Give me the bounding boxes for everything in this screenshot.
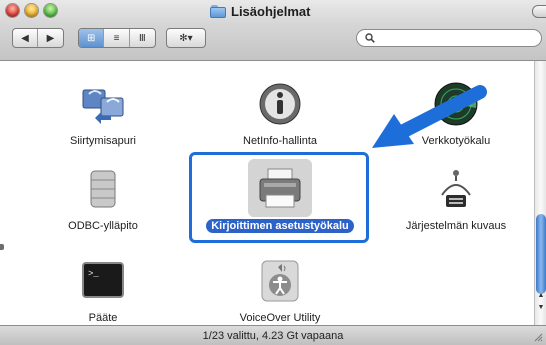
app-item-netinfo[interactable]: NetInfo-hallinta xyxy=(205,80,355,149)
terminal-icon: >_ xyxy=(79,257,127,305)
status-text: 1/23 valittu, 4.23 Gt vapaana xyxy=(202,329,344,342)
app-item-migration[interactable]: Siirtymisapuri xyxy=(28,80,178,149)
vertical-scrollbar[interactable]: ▲ ▼ xyxy=(534,61,546,325)
window-title: Lisäohjelmat xyxy=(210,3,310,19)
app-label: NetInfo-hallinta xyxy=(243,135,317,147)
back-button[interactable]: ◀ xyxy=(13,29,39,47)
app-label: Järjestelmän kuvaus xyxy=(405,220,507,232)
system-profiler-icon xyxy=(432,165,480,213)
search-input[interactable] xyxy=(379,31,533,45)
scroll-down-arrow-icon[interactable]: ▼ xyxy=(536,302,546,313)
migration-assistant-icon xyxy=(79,80,127,128)
app-label: VoiceOver Utility xyxy=(239,312,321,324)
annotation-highlight-box xyxy=(189,152,369,243)
app-label: Siirtymisapuri xyxy=(69,135,136,147)
odbc-administrator-icon xyxy=(79,165,127,213)
app-item-voiceover[interactable]: VoiceOver Utility xyxy=(205,257,355,326)
icon-view-button[interactable]: ⊞ xyxy=(79,29,105,47)
search-icon xyxy=(365,33,375,43)
back-forward-control: ◀ ▶ xyxy=(12,28,64,48)
finder-window: Lisäohjelmat ◀ ▶ ⊞ ≡ Ⅲ ✻▾ Siirtymisapuri… xyxy=(0,0,546,345)
sidebar-drag-handle[interactable] xyxy=(0,244,4,250)
annotation-arrow-icon xyxy=(372,85,487,148)
app-item-odbc[interactable]: ODBC-ylläpito xyxy=(28,165,178,234)
close-window-button[interactable] xyxy=(6,4,19,17)
app-label: Pääte xyxy=(88,312,118,324)
forward-button[interactable]: ▶ xyxy=(38,29,63,47)
app-label: ODBC-ylläpito xyxy=(68,220,138,232)
netinfo-manager-icon xyxy=(256,80,304,128)
svg-text:>_: >_ xyxy=(88,269,99,279)
window-title-text: Lisäohjelmat xyxy=(231,3,311,19)
voiceover-utility-icon xyxy=(256,257,304,305)
action-menu-control: ✻▾ xyxy=(166,28,206,48)
zoom-window-button[interactable] xyxy=(44,4,57,17)
toolbar-toggle-button[interactable] xyxy=(532,5,546,18)
action-gear-button[interactable]: ✻▾ xyxy=(167,29,205,47)
scroll-up-arrow-icon[interactable]: ▲ xyxy=(536,290,546,301)
view-mode-control: ⊞ ≡ Ⅲ xyxy=(78,28,156,48)
window-toolbar: Lisäohjelmat ◀ ▶ ⊞ ≡ Ⅲ ✻▾ xyxy=(0,0,546,61)
folder-icon xyxy=(210,4,226,18)
status-bar: 1/23 valittu, 4.23 Gt vapaana xyxy=(0,325,546,345)
column-view-button[interactable]: Ⅲ xyxy=(130,29,155,47)
resize-grip-icon[interactable] xyxy=(533,332,543,342)
scrollbar-thumb[interactable] xyxy=(536,214,546,294)
minimize-window-button[interactable] xyxy=(25,4,38,17)
search-field[interactable] xyxy=(356,29,542,47)
app-item-system-profiler[interactable]: Järjestelmän kuvaus xyxy=(381,165,531,234)
list-view-button[interactable]: ≡ xyxy=(104,29,130,47)
app-item-terminal[interactable]: >_ Pääte xyxy=(28,257,178,326)
